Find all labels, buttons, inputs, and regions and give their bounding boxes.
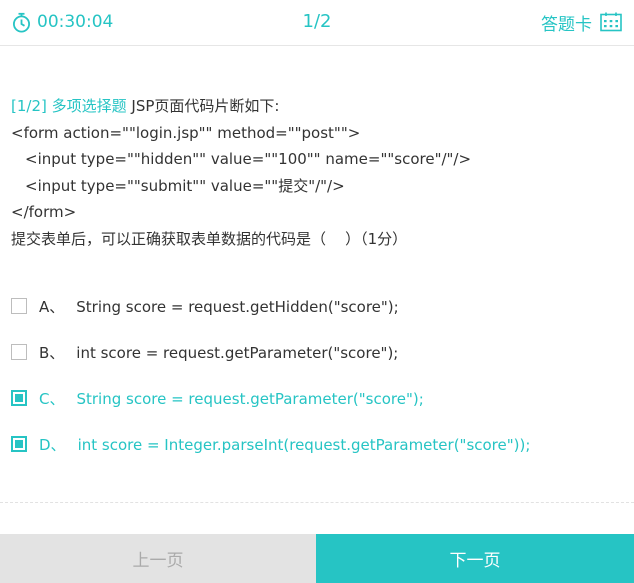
option-label: int score = request.getParameter("score"… [76, 343, 399, 362]
option-a[interactable]: A、 String score = request.getHidden("scor… [11, 283, 623, 329]
top-bar: 00:30:04 1/2 答题卡 [0, 0, 634, 46]
option-letter: A、 [39, 297, 65, 316]
code-line: </form> [11, 203, 77, 221]
pager-bar: 上一页 下一页 [0, 534, 634, 583]
stopwatch-icon [13, 12, 30, 32]
option-label: String score = request.getParameter("sco… [76, 389, 424, 408]
option-letter: C、 [39, 389, 65, 408]
exam-page: 00:30:04 1/2 答题卡 [1/2] 多项选择题 JSP页面代码片断如下… [0, 0, 634, 583]
option-label: int score = Integer.parseInt(request.get… [77, 435, 531, 454]
code-line: <input type=""submit"" value=""提交"/"/> [25, 176, 345, 195]
question-block: [1/2] 多项选择题 JSP页面代码片断如下: <form action=""… [11, 93, 623, 252]
option-checkbox[interactable] [11, 344, 27, 360]
option-checkbox[interactable] [11, 390, 27, 406]
option-letter: B、 [39, 343, 65, 362]
question-title: [1/2] 多项选择题 JSP页面代码片断如下: [11, 93, 623, 120]
timer-value: 00:30:04 [37, 12, 114, 32]
answer-sheet-label: 答题卡 [541, 14, 592, 35]
next-page-button[interactable]: 下一页 [316, 534, 634, 583]
option-d[interactable]: D、 int score = Integer.parseInt(request.g… [11, 421, 623, 467]
option-letter: D、 [39, 435, 66, 454]
option-c[interactable]: C、 String score = request.getParameter("s… [11, 375, 623, 421]
option-checkbox[interactable] [11, 436, 27, 452]
divider [0, 502, 634, 503]
question-ask: 提交表单后，可以正确获取表单数据的代码是（ ）（1分） [11, 229, 408, 248]
question-type-tag: [1/2] 多项选择题 [11, 97, 127, 115]
options-list: A、 String score = request.getHidden("scor… [11, 283, 623, 467]
option-checkbox[interactable] [11, 298, 27, 314]
option-label: String score = request.getHidden("score"… [76, 297, 399, 316]
option-b[interactable]: B、 int score = request.getParameter("scor… [11, 329, 623, 375]
answer-sheet-button[interactable]: 答题卡 [541, 8, 622, 36]
option-text: C、 String score = request.getParameter("s… [39, 388, 424, 409]
countdown-timer: 00:30:04 [12, 9, 113, 35]
option-text: D、 int score = Integer.parseInt(request.g… [39, 434, 530, 455]
answer-sheet-icon [600, 12, 622, 32]
option-text: A、 String score = request.getHidden("scor… [39, 296, 399, 317]
prev-page-button[interactable]: 上一页 [0, 534, 316, 583]
code-line: <input type=""hidden"" value=""100"" nam… [25, 150, 472, 168]
code-line: <form action=""login.jsp"" method=""post… [11, 123, 361, 142]
question-prompt: JSP页面代码片断如下: [131, 97, 280, 115]
option-text: B、 int score = request.getParameter("scor… [39, 342, 398, 363]
